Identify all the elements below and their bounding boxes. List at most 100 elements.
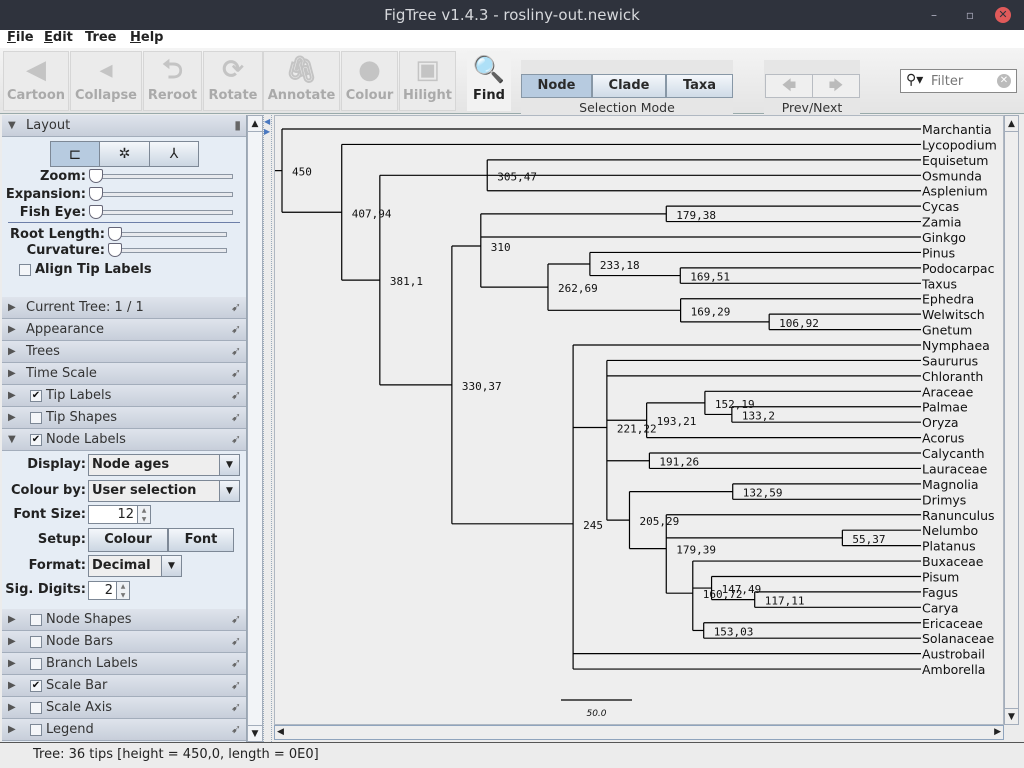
expansion-slider-thumb[interactable]: [89, 187, 103, 201]
pin-icon[interactable]: ➹: [231, 319, 241, 340]
node-label[interactable]: 381,1: [390, 275, 423, 288]
pin-icon[interactable]: ➹: [231, 341, 241, 362]
scroll-up-icon[interactable]: ▲: [1005, 116, 1018, 132]
pin-icon[interactable]: ➹: [231, 719, 241, 740]
scroll-right-icon[interactable]: ▶: [994, 726, 1001, 739]
tip-label[interactable]: Magnolia: [922, 477, 979, 492]
menu-file[interactable]: File: [7, 30, 34, 45]
pin-icon[interactable]: ▮: [234, 115, 241, 136]
tip-label[interactable]: Acorus: [922, 431, 964, 446]
tip-label[interactable]: Austrobail: [922, 647, 985, 662]
tip-label[interactable]: Ranunculus: [922, 508, 995, 523]
sig-digits-field[interactable]: 2: [88, 581, 117, 600]
tip-label[interactable]: Pisum: [922, 569, 959, 584]
filter-field[interactable]: ⚲▾ ✕: [900, 69, 1017, 93]
section-tip-shapes[interactable]: ▶ Tip Shapes ➹: [2, 407, 246, 429]
colour-button[interactable]: ● Colour: [341, 51, 398, 111]
section-checkbox[interactable]: ✔: [30, 434, 42, 446]
section-legend[interactable]: ▶ Legend ➹: [2, 719, 246, 741]
pin-icon[interactable]: ➹: [231, 653, 241, 674]
section-scale-axis[interactable]: ▶ Scale Axis ➹: [2, 697, 246, 719]
expansion-slider[interactable]: [90, 192, 233, 197]
tip-label[interactable]: Araceae: [922, 384, 974, 399]
section-appearance[interactable]: ▶ Appearance ➹: [2, 319, 246, 341]
curvature-slider[interactable]: [109, 248, 227, 253]
pin-icon[interactable]: ➹: [231, 675, 241, 696]
pin-icon[interactable]: ➹: [231, 429, 241, 450]
root-length-slider-thumb[interactable]: [108, 227, 122, 241]
fisheye-slider-thumb[interactable]: [89, 205, 103, 219]
filter-input[interactable]: [931, 72, 995, 90]
tree-horizontal-scrollbar[interactable]: ◀ ▶: [274, 725, 1004, 740]
section-checkbox[interactable]: [30, 658, 42, 670]
display-select[interactable]: Node ages ▼: [88, 454, 240, 476]
maximize-button[interactable]: ▫: [962, 7, 978, 23]
node-label[interactable]: 106,92: [779, 317, 819, 330]
scale-bar-label[interactable]: 50.0: [586, 709, 606, 719]
pin-icon[interactable]: ➹: [231, 363, 241, 384]
rectangular-layout-icon[interactable]: ⊏: [51, 142, 100, 166]
node-label[interactable]: 221,22: [617, 422, 657, 435]
node-label[interactable]: 152,19: [715, 398, 755, 411]
collapse-left-icon[interactable]: ◀: [264, 117, 270, 126]
tip-label[interactable]: Zamia: [922, 215, 962, 230]
hilight-button[interactable]: ▣ Hilight: [399, 51, 456, 111]
tip-label[interactable]: Drimys: [922, 492, 966, 507]
section-trees[interactable]: ▶ Trees ➹: [2, 341, 246, 363]
section-checkbox[interactable]: [30, 724, 42, 736]
tip-label[interactable]: Palmae: [922, 400, 968, 415]
tip-label[interactable]: Marchantia: [922, 122, 992, 137]
section-node-labels[interactable]: ▼ ✔ Node Labels ➹: [2, 429, 246, 451]
section-checkbox[interactable]: ✔: [30, 680, 42, 692]
section-node-shapes[interactable]: ▶ Node Shapes ➹: [2, 609, 246, 631]
tip-label[interactable]: Fagus: [922, 585, 958, 600]
node-label[interactable]: 169,51: [690, 271, 730, 284]
tip-label[interactable]: Platanus: [922, 539, 976, 554]
root-length-slider[interactable]: [109, 232, 227, 237]
section-branch-labels[interactable]: ▶ Branch Labels ➹: [2, 653, 246, 675]
section-scale-bar[interactable]: ▶ ✔ Scale Bar ➹: [2, 675, 246, 697]
node-label[interactable]: 153,03: [714, 625, 754, 638]
menu-help[interactable]: Help: [130, 30, 163, 45]
node-label[interactable]: 117,11: [765, 595, 805, 608]
node-label[interactable]: 245: [583, 519, 603, 532]
clear-icon[interactable]: ✕: [997, 74, 1011, 88]
label-colour-button[interactable]: Colour: [88, 528, 168, 552]
scroll-left-icon[interactable]: ◀: [277, 726, 284, 739]
node-label[interactable]: 262,69: [558, 282, 598, 295]
tip-label[interactable]: Gnetum: [922, 323, 972, 338]
pin-icon[interactable]: ➹: [231, 609, 241, 630]
tip-label[interactable]: Ericaceae: [922, 616, 983, 631]
tip-label[interactable]: Equisetum: [922, 153, 988, 168]
pin-icon[interactable]: ➹: [231, 697, 241, 718]
node-label[interactable]: 179,39: [676, 544, 716, 557]
section-checkbox[interactable]: [30, 614, 42, 626]
tip-label[interactable]: Amborella: [922, 662, 985, 677]
node-label[interactable]: 407,94: [352, 207, 392, 220]
next-button[interactable]: 🡆: [812, 74, 860, 98]
pin-icon[interactable]: ➹: [231, 631, 241, 652]
radial-layout-icon[interactable]: ✲: [100, 142, 150, 166]
find-button[interactable]: 🔍 Find: [467, 51, 511, 111]
expand-right-icon[interactable]: ▶: [264, 127, 270, 136]
node-label[interactable]: 169,29: [691, 305, 731, 318]
fisheye-slider[interactable]: [90, 210, 233, 215]
tip-label[interactable]: Ginkgo: [922, 230, 966, 245]
tip-label[interactable]: Lycopodium: [922, 137, 997, 152]
node-label[interactable]: 450: [292, 166, 312, 179]
tip-label[interactable]: Carya: [922, 600, 959, 615]
section-checkbox[interactable]: [30, 412, 42, 424]
section-checkbox[interactable]: [30, 702, 42, 714]
format-select[interactable]: Decimal ▼: [88, 555, 182, 577]
tip-label[interactable]: Oryza: [922, 415, 959, 430]
tip-label[interactable]: Lauraceae: [922, 461, 988, 476]
node-label[interactable]: 233,18: [600, 259, 640, 272]
annotate-button[interactable]: 🖇 Annotate: [263, 51, 340, 111]
menu-edit[interactable]: Edit: [44, 30, 73, 45]
tip-label[interactable]: Chloranth: [922, 369, 983, 384]
section-node-bars[interactable]: ▶ Node Bars ➹: [2, 631, 246, 653]
tip-label[interactable]: Buxaceae: [922, 554, 984, 569]
section-time-scale[interactable]: ▶ Time Scale ➹: [2, 363, 246, 385]
node-label[interactable]: 179,38: [676, 209, 716, 222]
tip-label[interactable]: Saururus: [922, 353, 978, 368]
